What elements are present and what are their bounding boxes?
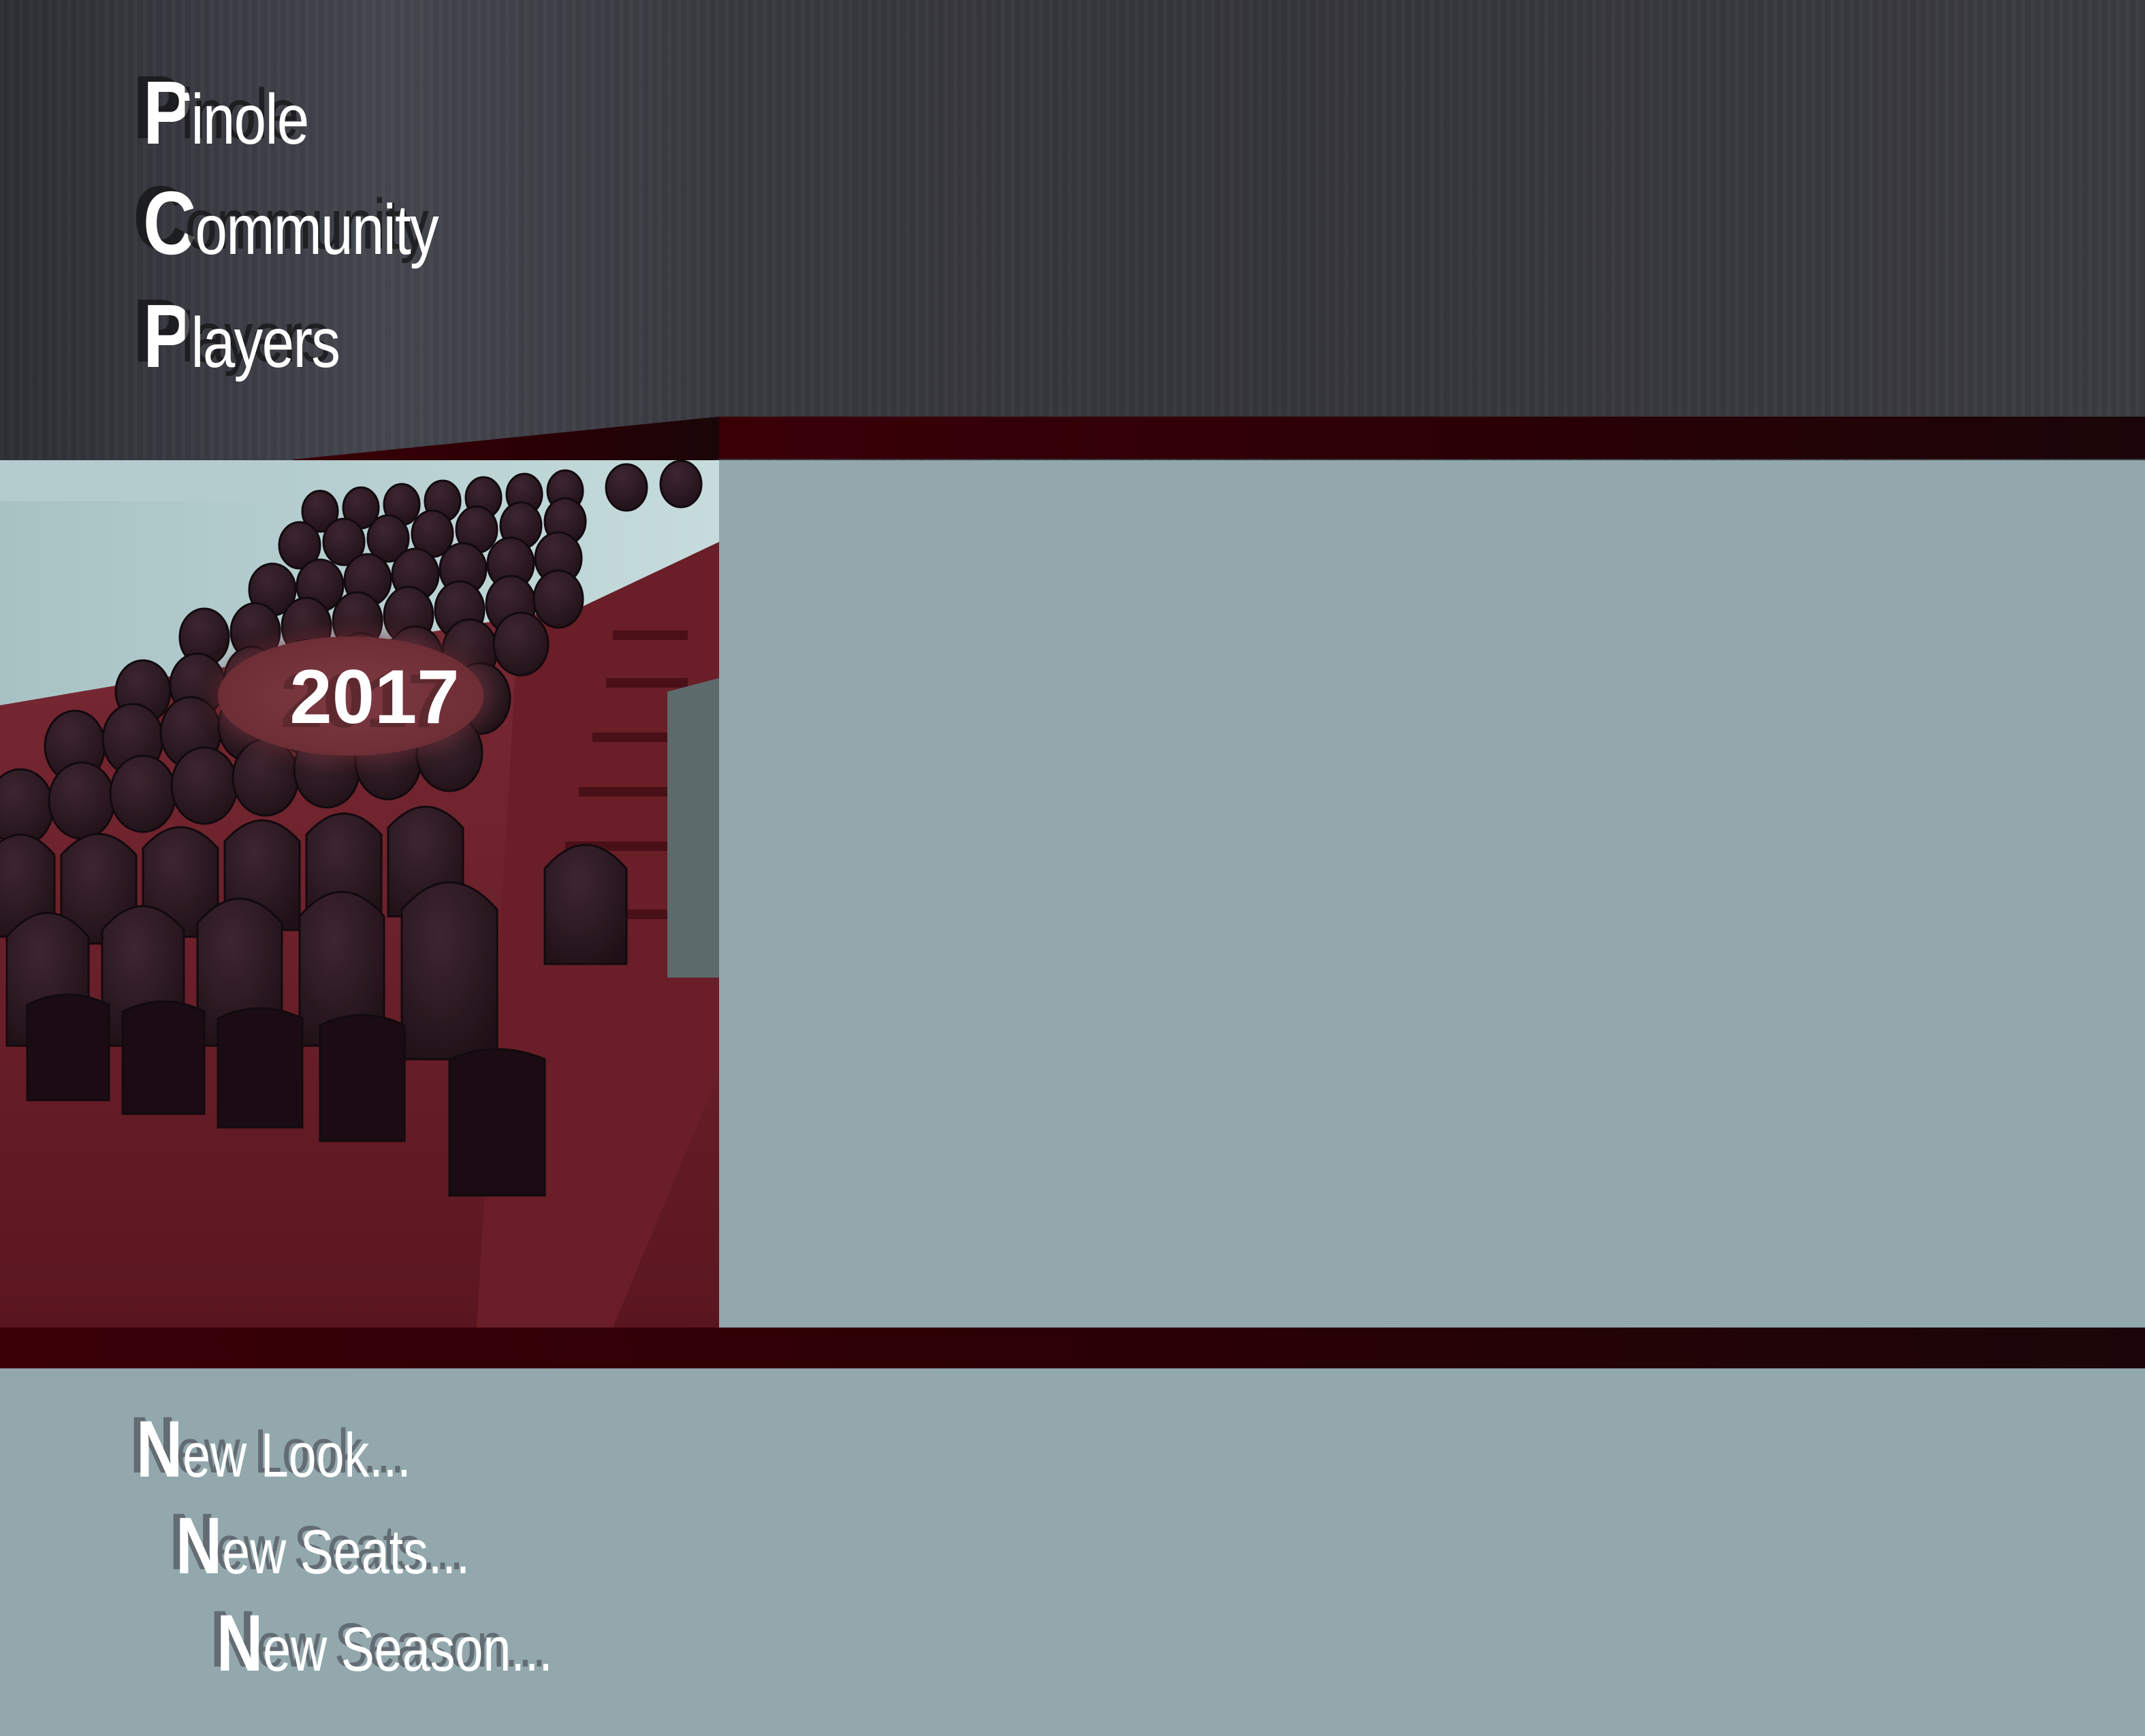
- tagline-new-season: New Season...: [217, 1603, 553, 1684]
- title-rest: inole: [191, 80, 310, 159]
- title-initial: P: [143, 63, 192, 163]
- maroon-stripe-bottom: [0, 1328, 2145, 1368]
- tagline-new-seats: New Seats...: [176, 1506, 470, 1586]
- theater-seats-illustration: [0, 460, 719, 1328]
- title-rest: ommunity: [195, 191, 439, 270]
- maroon-stripe-top: [719, 417, 2145, 459]
- tagline-rest: ew Look...: [182, 1421, 411, 1490]
- title-line-community: Community: [143, 178, 439, 270]
- theater-seats-photo: [0, 460, 719, 1328]
- tagline-initial: N: [217, 1598, 264, 1688]
- title-line-pinole: Pinole: [143, 68, 310, 159]
- tagline-initial: N: [176, 1501, 223, 1591]
- tagline-rest: ew Seats...: [222, 1517, 471, 1587]
- tagline-rest: ew Season...: [263, 1615, 553, 1684]
- year-label: 2017: [289, 654, 460, 739]
- blank-content-panel: [719, 460, 2145, 1328]
- tagline-new-look: New Look...: [136, 1409, 411, 1490]
- title-initial: P: [143, 286, 192, 386]
- title-initial: C: [143, 173, 196, 273]
- title-line-players: Players: [143, 291, 340, 383]
- tagline-initial: N: [136, 1404, 183, 1494]
- title-rest: layers: [191, 304, 340, 383]
